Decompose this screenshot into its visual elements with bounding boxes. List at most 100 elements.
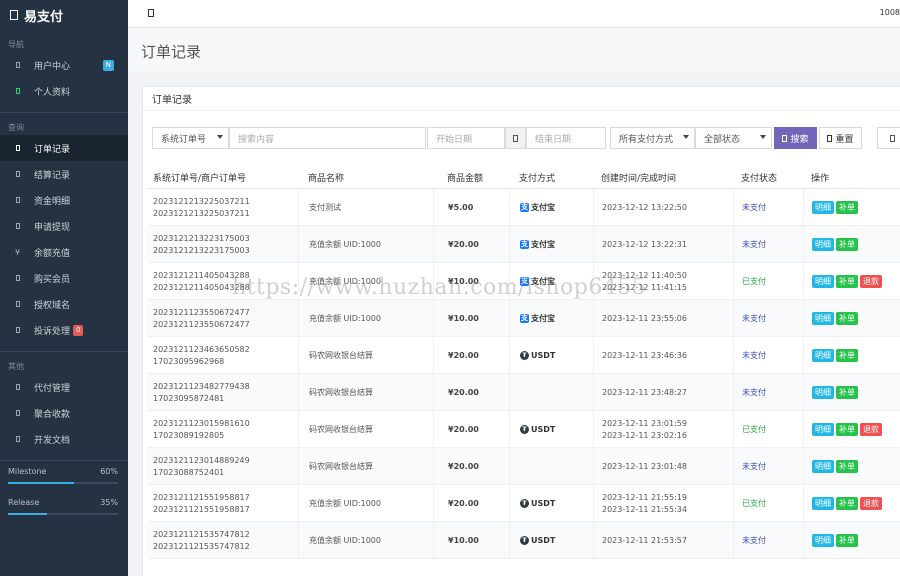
actions-cell: 明细 补单	[803, 522, 900, 558]
order-no-cell: 2023121121535747812 2023121121535747812	[147, 522, 298, 558]
search-input[interactable]: 搜索内容	[229, 127, 426, 149]
actions-cell: 明细 补单 退款	[803, 263, 900, 299]
table-row: 2023121123463650582 17023095962968 码农网收银台结…	[147, 337, 900, 374]
pay-method-cell: ₮ USDT	[509, 337, 593, 373]
sidebar-item[interactable]: 资金明细	[0, 187, 128, 213]
menu-toggle-icon[interactable]	[148, 9, 154, 17]
detail-button[interactable]: 明细	[812, 274, 834, 288]
sidebar-item[interactable]: 代付管理	[0, 374, 128, 400]
column-header: 系统订单号/商户订单号	[153, 174, 247, 184]
created-time: 2023-12-11 21:55:19	[602, 492, 687, 502]
sidebar-item-label: 代付管理	[34, 383, 71, 394]
sidebar-item-label: 开发文档	[34, 435, 71, 446]
status-select[interactable]: 全部状态	[695, 127, 772, 149]
trade-no[interactable]: 2023121123015981610	[153, 419, 298, 428]
detail-button[interactable]: 明细	[812, 385, 834, 399]
pay-method-label: USDT	[531, 350, 556, 360]
trade-no[interactable]: 2023121213223175003	[153, 234, 298, 243]
trade-no[interactable]: 2023121211405043288	[153, 271, 298, 280]
resend-button[interactable]: 补单	[836, 200, 858, 214]
time-cell: 2023-12-11 23:55:06	[593, 300, 733, 336]
pay-type-value: 所有支付方式	[619, 134, 674, 145]
detail-button[interactable]: 明细	[812, 311, 834, 325]
product-name: 码农网收银台结算	[309, 387, 373, 397]
search-type-select[interactable]: 系统订单号	[152, 127, 229, 149]
end-date-input[interactable]: 结束日期	[526, 127, 606, 149]
sidebar-item[interactable]: 开发文档	[0, 426, 128, 452]
pay-method-cell: 支支付宝	[509, 189, 593, 225]
resend-button[interactable]: 补单	[836, 311, 858, 325]
sidebar-item[interactable]: 投诉处理 0	[0, 317, 128, 343]
trade-no[interactable]: 2023121123550672477	[153, 308, 298, 317]
status-cell: 已支付	[733, 263, 803, 299]
pay-method-label: 支付宝	[531, 276, 555, 286]
sidebar-item[interactable]: 购买会员	[0, 265, 128, 291]
trade-no[interactable]: 2023121123482779438	[153, 382, 298, 391]
amount-value: ¥20.00	[448, 498, 479, 508]
search-button-label: 搜索	[790, 134, 809, 145]
detail-button[interactable]: 明细	[812, 459, 834, 473]
sidebar-item[interactable]: 结算记录	[0, 161, 128, 187]
pay-type-select[interactable]: 所有支付方式	[610, 127, 695, 149]
detail-button[interactable]: 明细	[812, 200, 834, 214]
sidebar-item-label: 个人资料	[34, 87, 71, 98]
status-badge: 未支付	[742, 202, 766, 212]
pay-method-cell: ₮ USDT	[509, 522, 593, 558]
resend-button[interactable]: 补单	[836, 348, 858, 362]
resend-button[interactable]: 补单	[836, 274, 858, 288]
detail-button[interactable]: 明细	[812, 237, 834, 251]
sidebar-item[interactable]: 用户中心 N	[0, 52, 128, 78]
refund-button[interactable]: 退款	[860, 496, 882, 510]
pay-method-label: USDT	[531, 498, 556, 508]
refund-button[interactable]: 退款	[860, 274, 882, 288]
sidebar-item[interactable]: 订单记录	[0, 135, 128, 161]
status-cell: 未支付	[733, 189, 803, 225]
trade-no[interactable]: 2023121121551958817	[153, 493, 298, 502]
product-name-cell: 码农网收银台结算	[298, 374, 433, 410]
chevron-down-icon	[760, 135, 766, 139]
column-header: 支付方式	[519, 174, 556, 184]
search-button[interactable]: 搜索	[774, 127, 817, 149]
sidebar-item[interactable]: 聚合收款	[0, 400, 128, 426]
table-row: 2023121123015981610 17023089192805 码农网收银台结…	[147, 411, 900, 448]
topbar-user[interactable]: 1008	[880, 8, 900, 17]
resend-button[interactable]: 补单	[836, 422, 858, 436]
amount-cell: ¥20.00	[433, 485, 509, 521]
sidebar-item[interactable]: 申请提现	[0, 213, 128, 239]
table-row: 2023121123550672477 2023121123550672477 充值…	[147, 300, 900, 337]
out-trade-no: 2023121211405043288	[153, 282, 250, 292]
created-time: 2023-12-12 13:22:31	[602, 239, 687, 249]
trade-no[interactable]: 2023121121535747812	[153, 530, 298, 539]
trade-no[interactable]: 2023121123014889249	[153, 456, 298, 465]
product-name-cell: 支付测试	[298, 189, 433, 225]
sidebar-item[interactable]: ¥ 余额充值	[0, 239, 128, 265]
date-range-addon[interactable]	[505, 127, 526, 149]
actions-cell: 明细 补单	[803, 374, 900, 410]
start-date-input[interactable]: 开始日期	[427, 127, 505, 149]
detail-button[interactable]: 明细	[812, 348, 834, 362]
detail-button[interactable]: 明细	[812, 533, 834, 547]
brand[interactable]: 易支付	[0, 0, 128, 30]
status-badge: 未支付	[742, 387, 766, 397]
resend-button[interactable]: 补单	[836, 237, 858, 251]
reset-button[interactable]: 重置	[819, 127, 862, 149]
trade-no[interactable]: 2023121123463650582	[153, 345, 298, 354]
pay-method: ₮ USDT	[520, 424, 593, 434]
trade-no[interactable]: 2023121213225037211	[153, 197, 298, 206]
alipay-icon: 支	[520, 202, 529, 212]
refund-button[interactable]: 退款	[860, 422, 882, 436]
resend-button[interactable]: 补单	[836, 385, 858, 399]
status-badge: 已支付	[742, 276, 766, 286]
detail-button[interactable]: 明细	[812, 422, 834, 436]
sidebar-item[interactable]: 个人资料	[0, 78, 128, 104]
resend-button[interactable]: 补单	[836, 459, 858, 473]
product-name: 充值余额 UID:1000	[309, 239, 381, 249]
created-time: 2023-12-11 23:46:36	[602, 350, 687, 360]
sidebar-item[interactable]: 授权域名	[0, 291, 128, 317]
pay-method-cell: 支支付宝	[509, 300, 593, 336]
export-button[interactable]	[877, 127, 900, 149]
detail-button[interactable]: 明细	[812, 496, 834, 510]
resend-button[interactable]: 补单	[836, 533, 858, 547]
resend-button[interactable]: 补单	[836, 496, 858, 510]
vip-icon	[14, 274, 21, 283]
